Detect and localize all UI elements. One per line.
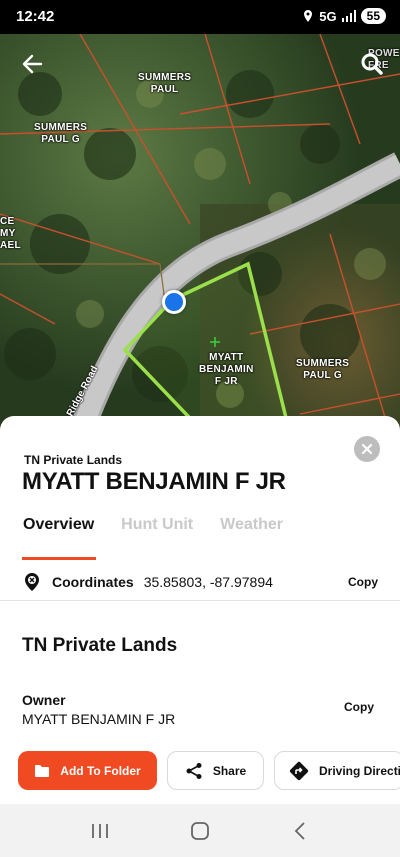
coordinates-label: Coordinates	[52, 574, 134, 590]
directions-icon	[289, 761, 309, 780]
parcel-label: SUMMERS PAUL	[138, 72, 192, 95]
parcel-details-sheet: TN Private Lands MYATT BENJAMIN F JR Ove…	[0, 416, 400, 804]
tab-hunt-unit[interactable]: Hunt Unit	[121, 516, 193, 534]
status-time: 12:42	[16, 8, 55, 25]
tab-weather[interactable]: Weather	[220, 516, 283, 534]
pin-icon	[25, 573, 39, 591]
status-bar: 12:42 5G 55	[0, 0, 400, 34]
land-type-label: TN Private Lands	[24, 453, 123, 467]
add-to-folder-button[interactable]: Add To Folder	[18, 751, 157, 790]
coordinates-row: Coordinates 35.85803, -87.97894 Copy	[22, 569, 382, 595]
tab-overview[interactable]: Overview	[23, 516, 94, 534]
divider	[0, 600, 400, 601]
share-label: Share	[212, 763, 247, 778]
close-button[interactable]	[354, 436, 380, 462]
active-tab-indicator	[22, 557, 96, 560]
back-button[interactable]	[17, 49, 47, 79]
arrow-left-icon	[22, 54, 43, 74]
owner-label: Owner	[22, 692, 66, 708]
parcel-label: SUMMERS PAUL G	[34, 122, 88, 145]
parcel-owner-title: MYATT BENJAMIN F JR	[22, 468, 286, 495]
recent-apps-icon	[92, 823, 108, 838]
battery-icon: 55	[360, 8, 386, 24]
share-icon	[186, 762, 202, 779]
driving-directions-label: Driving Directi	[319, 763, 400, 778]
parcel-label: CE MY AEL	[0, 216, 21, 251]
folder-icon	[35, 764, 50, 777]
close-icon	[361, 443, 373, 455]
map-view[interactable]: SUMMERS PAUL SUMMERS PAUL G CE MY AEL MY…	[0, 34, 400, 434]
signal-icon	[341, 10, 356, 22]
system-nav-bar	[0, 804, 400, 857]
home-button[interactable]	[180, 811, 220, 851]
home-icon	[191, 821, 209, 840]
parcel-label-selected: MYATT BENJAMIN F JR	[199, 352, 254, 387]
action-buttons: Add To Folder Share Driving Directi	[18, 751, 400, 790]
location-status-icon	[304, 10, 313, 22]
search-icon	[361, 53, 383, 75]
search-button[interactable]	[357, 49, 387, 79]
parcel-label: SUMMERS PAUL G	[296, 358, 350, 381]
back-icon	[294, 821, 305, 840]
recent-apps-button[interactable]	[80, 811, 120, 851]
copy-coordinates-button[interactable]: Copy	[348, 575, 378, 589]
system-back-button[interactable]	[280, 811, 320, 851]
add-to-folder-label: Add To Folder	[60, 763, 141, 778]
driving-directions-button[interactable]: Driving Directi	[274, 751, 400, 790]
location-dot-icon	[162, 290, 186, 314]
section-title: TN Private Lands	[22, 635, 178, 656]
status-icons: 5G 55	[301, 8, 386, 24]
owner-value: MYATT BENJAMIN F JR	[22, 711, 176, 727]
network-type: 5G	[319, 8, 337, 24]
tab-bar: Overview Hunt Unit Weather	[23, 516, 283, 534]
share-button[interactable]: Share	[167, 751, 264, 790]
app-screen: 12:42 5G 55 SUMMERS PAUL SUMMERS PAUL G …	[0, 0, 400, 857]
copy-owner-button[interactable]: Copy	[344, 700, 374, 714]
coordinates-value: 35.85803, -87.97894	[143, 574, 273, 590]
